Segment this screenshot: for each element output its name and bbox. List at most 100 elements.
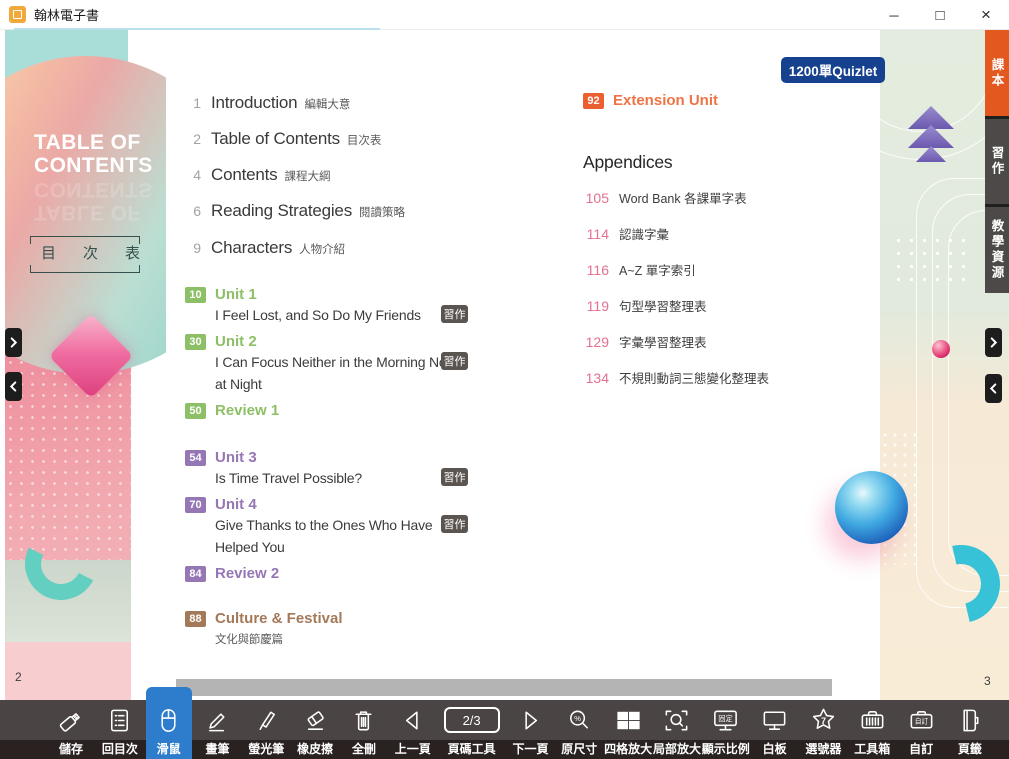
decor-pink-sphere [932, 340, 950, 358]
usb-save-icon [57, 700, 86, 740]
toolbar-item-number-picker[interactable]: 7 選號器 [800, 700, 846, 759]
svg-text:7: 7 [821, 715, 826, 725]
chevron-left-icon [9, 380, 18, 393]
page-badge: 84 [185, 566, 206, 582]
tab-textbook[interactable]: 課本 [985, 30, 1009, 116]
workbook-badge-unit3[interactable]: 習作 [441, 468, 468, 486]
decor-blue-sphere [835, 471, 908, 544]
toolbar-item-save[interactable]: 儲存 [48, 700, 94, 759]
toolbar-item-toolbox[interactable]: 工具箱 [849, 700, 895, 759]
page-badge: 30 [185, 334, 206, 350]
toolbar-item-custom[interactable]: 自訂 自訂 [898, 700, 944, 759]
toolbar-item-highlighter[interactable]: 螢光筆 [243, 700, 289, 759]
side-tab-bar: 課本 習作 教學資源 [985, 30, 1009, 293]
toc-entry-review2[interactable]: 84 Review 2 [185, 565, 279, 582]
toolbar-item-next-page[interactable]: 下一頁 [507, 700, 553, 759]
toc-entry-irregular-verbs[interactable]: 134 不規則動詞三態變化整理表 [583, 368, 769, 387]
toolbar-item-original-size[interactable]: % 原尺寸 [556, 700, 602, 759]
toc-entry-word-bank[interactable]: 105 Word Bank 各課單字表 [583, 188, 747, 207]
page-indicator[interactable]: 2/3 [444, 707, 500, 733]
workbook-badge-unit2[interactable]: 習作 [441, 352, 468, 370]
tab-teaching-resources[interactable]: 教學資源 [985, 207, 1009, 293]
unit3-subtitle: Is Time Travel Possible? [215, 467, 451, 489]
toc-entry-characters[interactable]: 9 Characters 人物介紹 [185, 238, 345, 258]
close-button[interactable]: × [963, 0, 1009, 30]
horizontal-scrollbar[interactable] [176, 679, 832, 696]
svg-text:自訂: 自訂 [914, 716, 928, 725]
toolbox-icon [858, 700, 887, 740]
toc-entry-review1[interactable]: 50 Review 1 [185, 402, 279, 419]
cover-title-reflection: TABLE OF CONTENTS [34, 178, 154, 224]
window-title: 翰林電子書 [34, 5, 99, 24]
toc-entry-unit3[interactable]: 54 Unit 3 [185, 449, 257, 466]
toolbar-item-mouse[interactable]: 滑鼠 [146, 687, 192, 759]
right-edge-forward-button[interactable] [985, 328, 1002, 357]
page-number-left: 2 [15, 670, 22, 684]
right-edge-back-button[interactable] [985, 374, 1002, 403]
toc-entry-vocabulary[interactable]: 114 認識字彙 [583, 224, 669, 243]
appendices-heading: Appendices [583, 152, 672, 173]
culture-festival-subtitle: 文化與節慶篇 [215, 629, 283, 651]
toolbar-item-four-grid-zoom[interactable]: 四格放大 [605, 700, 651, 759]
toolbar-item-page-tabs[interactable]: 頁籤 [947, 700, 993, 759]
whiteboard-icon [760, 700, 789, 740]
toc-entry-unit1[interactable]: 10 Unit 1 [185, 286, 257, 303]
bottom-toolbar: 儲存 回目次 滑鼠 畫筆 [0, 700, 1009, 759]
maximize-button[interactable]: □ [917, 0, 963, 30]
page-badge: 70 [185, 497, 206, 513]
toc-entry-az-index[interactable]: 116 A~Z 單字索引 [583, 260, 696, 279]
left-edge-forward-button[interactable] [5, 328, 22, 357]
toc-entry-table-of-contents[interactable]: 2 Table of Contents 目次表 [185, 129, 381, 149]
chevron-right-icon [9, 336, 18, 349]
tab-workbook[interactable]: 習作 [985, 119, 1009, 204]
briefcase-icon: 自訂 [907, 700, 936, 740]
toc-entry-reading-strategies[interactable]: 6 Reading Strategies 閱讀策略 [185, 201, 405, 221]
decor-dot-grid [892, 234, 974, 290]
unit2-subtitle: I Can Focus Neither in the Morning Nor a… [215, 351, 451, 395]
four-grid-icon [614, 700, 643, 740]
app-logo-icon [9, 6, 26, 23]
toolbar-item-delete-all[interactable]: 全刪 [341, 700, 387, 759]
toolbar-item-eraser[interactable]: 橡皮擦 [292, 700, 338, 759]
page-number-right: 3 [984, 674, 991, 688]
prev-page-icon [398, 700, 427, 740]
unit4-subtitle: Give Thanks to the Ones Who Have Helped … [215, 514, 451, 558]
toolbar-item-pen[interactable]: 畫筆 [194, 700, 240, 759]
eraser-icon [301, 700, 330, 740]
svg-text:%: % [574, 713, 581, 722]
toc-entry-unit4[interactable]: 70 Unit 4 [185, 496, 257, 513]
page-badge: 88 [185, 611, 206, 627]
star-seven-icon: 7 [809, 700, 838, 740]
minimize-button[interactable]: ─ [871, 0, 917, 30]
highlighter-icon [252, 700, 281, 740]
chevron-right-icon [989, 336, 998, 349]
mouse-icon [154, 700, 183, 740]
workbook-badge-unit4[interactable]: 習作 [441, 515, 468, 533]
workbook-badge-unit1[interactable]: 習作 [441, 305, 468, 323]
toc-entry-vocab-summary[interactable]: 129 字彙學習整理表 [583, 332, 707, 351]
chevron-left-icon [989, 382, 998, 395]
ebook-app-window: 翰林電子書 ─ □ × TABLE OF CONTENTS TABLE OF C… [0, 0, 1009, 759]
zoom-percent-icon: % [565, 700, 594, 740]
toolbar-item-whiteboard[interactable]: 白板 [752, 700, 798, 759]
toc-entry-culture-festival[interactable]: 88 Culture & Festival [185, 610, 343, 627]
toc-entry-sentence-patterns[interactable]: 119 句型學習整理表 [583, 296, 707, 315]
toolbar-item-prev-page[interactable]: 上一頁 [390, 700, 436, 759]
toolbar-item-region-zoom[interactable]: 局部放大 [654, 700, 700, 759]
monitor-icon: 固定 [711, 700, 740, 740]
toolbar-item-page-number-tool[interactable]: 2/3 頁碼工具 [439, 700, 505, 759]
toc-entry-contents[interactable]: 4 Contents 課程大綱 [185, 165, 330, 185]
quizlet-button[interactable]: 1200單Quizlet [781, 57, 885, 83]
region-zoom-icon [662, 700, 691, 740]
decor-purple-triangles [906, 106, 956, 162]
cover-title-zh: 目次表 [41, 245, 166, 262]
toolbar-item-back-to-toc[interactable]: 回目次 [97, 700, 143, 759]
toc-entry-unit2[interactable]: 30 Unit 2 [185, 333, 257, 350]
pencil-icon [203, 700, 232, 740]
page-badge: 92 [583, 93, 604, 109]
toc-entry-introduction[interactable]: 1 Introduction 編輯大意 [185, 93, 350, 113]
toolbar-item-display-ratio[interactable]: 固定 顯示比例 [703, 700, 749, 759]
left-edge-back-button[interactable] [5, 372, 22, 401]
toc-entry-extension-unit[interactable]: 92 Extension Unit [583, 92, 718, 109]
trash-icon [349, 700, 378, 740]
